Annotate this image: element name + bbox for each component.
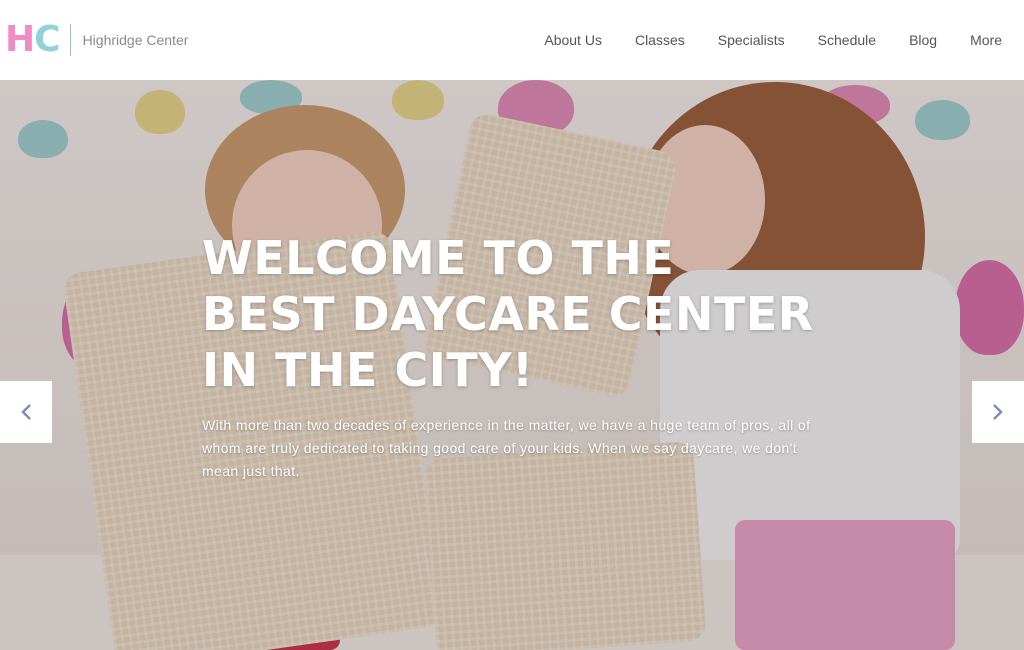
logo[interactable]: HC Highridge Center [5, 22, 188, 58]
nav-about-us[interactable]: About Us [544, 32, 602, 48]
hero-title: WELCOME TO THE BEST DAYCARE CENTER IN TH… [202, 230, 842, 398]
hero-title-line: BEST DAYCARE CENTER [202, 287, 814, 341]
logo-mark: HC [5, 19, 61, 60]
hero-title-line: IN THE CITY! [202, 343, 534, 397]
logo-letter-c: C [34, 19, 60, 60]
nav-classes[interactable]: Classes [635, 32, 685, 48]
logo-letter-h: H [5, 19, 35, 60]
nav-more[interactable]: More [970, 32, 1002, 48]
main-nav: About Us Classes Specialists Schedule Bl… [511, 0, 1002, 80]
slider-next-button[interactable] [972, 381, 1024, 443]
logo-divider [69, 24, 71, 56]
chevron-right-icon [993, 404, 1003, 420]
site-header: HC Highridge Center About Us Classes Spe… [0, 0, 1024, 80]
nav-specialists[interactable]: Specialists [718, 32, 785, 48]
nav-schedule[interactable]: Schedule [818, 32, 876, 48]
chevron-left-icon [21, 404, 31, 420]
hero-description: With more than two decades of experience… [202, 417, 811, 479]
brand-name: Highridge Center [82, 32, 189, 48]
hero-title-line: WELCOME TO THE [202, 231, 675, 285]
slider-prev-button[interactable] [0, 381, 52, 443]
nav-blog[interactable]: Blog [909, 32, 937, 48]
hero-slide: WELCOME TO THE BEST DAYCARE CENTER IN TH… [0, 80, 1024, 650]
